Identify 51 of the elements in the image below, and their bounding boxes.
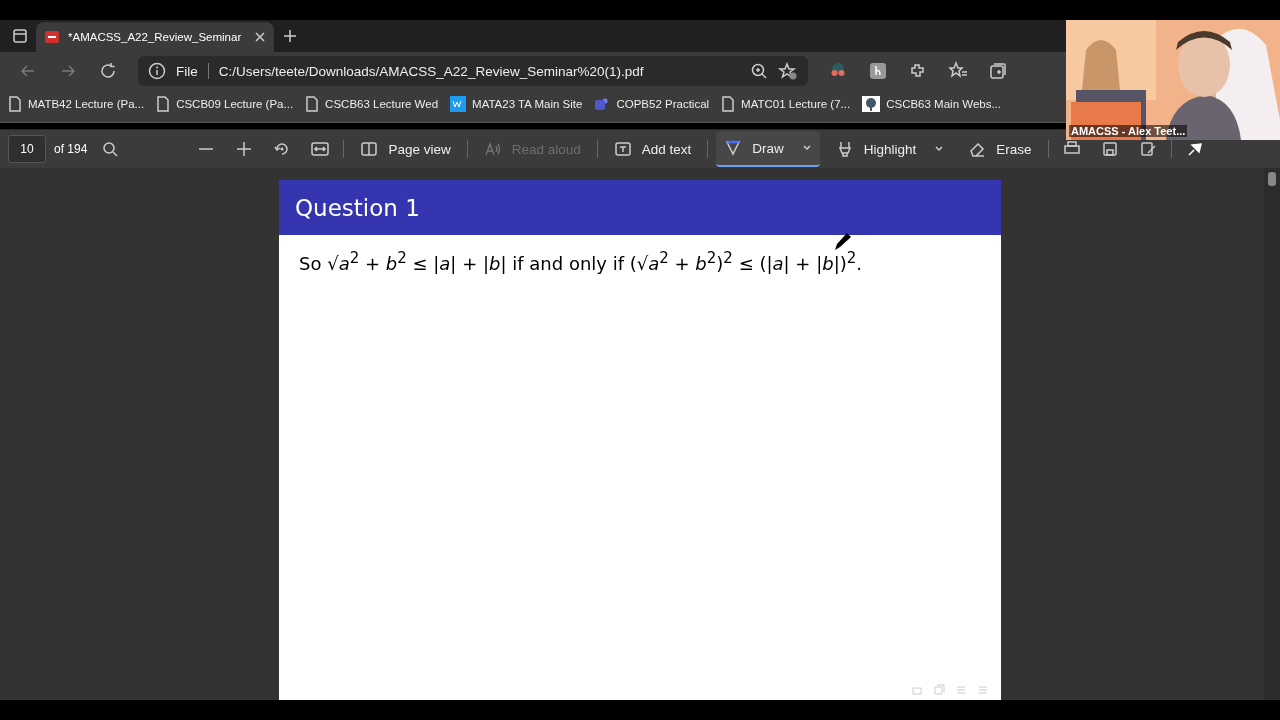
browser-tab[interactable]: *AMACSS_A22_Review_Seminar [36, 22, 274, 52]
close-icon[interactable] [254, 31, 266, 43]
toolbar-button[interactable]: Add text [605, 131, 700, 167]
page-count: of 194 [54, 142, 88, 156]
slide-title: Question 1 [279, 180, 1001, 235]
info-icon [148, 62, 166, 80]
page-icon [8, 96, 22, 112]
toolbar-button[interactable]: Erase [960, 131, 1040, 167]
tree-logo-icon [862, 96, 881, 112]
bookmark[interactable]: MATB42 Lecture (Pa... [8, 96, 145, 112]
read-aloud-icon [483, 140, 502, 158]
scrollbar[interactable] [1264, 168, 1280, 700]
fit-width-icon[interactable] [311, 140, 330, 158]
page-icon [156, 96, 171, 112]
pen-cursor-icon [832, 230, 852, 252]
tab-title: *AMACSS_A22_Review_Seminar [68, 31, 243, 43]
save-as-icon[interactable] [1138, 140, 1157, 158]
toolbar-button[interactable]: Draw [716, 131, 820, 167]
zoom-icon[interactable] [750, 62, 768, 80]
eraser-icon [968, 140, 987, 158]
file-label: File [176, 63, 198, 79]
add-favorite-icon[interactable] [778, 62, 798, 80]
bookmark[interactable]: CSCB63 Lecture Wed [305, 96, 439, 112]
refresh-icon[interactable] [98, 61, 118, 81]
bookmark[interactable]: CSCB63 Main Webs... [862, 96, 1001, 112]
caret-icon[interactable] [801, 143, 812, 153]
save-icon[interactable] [1100, 140, 1119, 158]
collections-icon[interactable] [988, 61, 1008, 81]
extension-badge-icon[interactable] [868, 61, 888, 81]
page-icon [305, 96, 320, 112]
bookmark[interactable]: CSCB09 Lecture (Pa... [156, 96, 294, 112]
participant-name: AMACSS - Alex Teet... [1069, 125, 1188, 137]
tab-actions-icon[interactable] [12, 28, 28, 44]
bookmark[interactable]: MATA23 TA Main Site [450, 96, 583, 112]
pen-icon [724, 139, 743, 157]
page-view-icon [360, 140, 379, 158]
page-number-field[interactable]: 10 [8, 135, 46, 163]
toolbar-button[interactable]: Page view [352, 131, 459, 167]
pdf-file-icon [44, 29, 60, 45]
zoom-in-icon[interactable] [235, 140, 254, 158]
address-field[interactable]: C:/Users/teete/Downloads/AMACSS_A22_Review_Seminar%20(1).pdf [218, 63, 740, 79]
math-statement: So √a$^{2}$ + b$^{2}$ ≤ |a| + |b| if and only if (√a$^{2}$ + b$^{2}$)$^{2}$ ≤ (|a| + |b|)$^{2}$. [299, 249, 863, 275]
toolbar-button[interactable]: Highlight [827, 131, 953, 167]
page-icon [721, 96, 736, 112]
new-tab-icon[interactable] [282, 28, 298, 44]
caret-icon[interactable] [934, 144, 945, 154]
bookmark[interactable]: MATC01 Lecture (7... [721, 96, 851, 112]
wp-logo-icon [450, 96, 467, 112]
bookmark[interactable]: COPB52 Practical [594, 96, 710, 112]
text-box-icon [613, 140, 632, 158]
search-icon[interactable] [101, 140, 120, 158]
